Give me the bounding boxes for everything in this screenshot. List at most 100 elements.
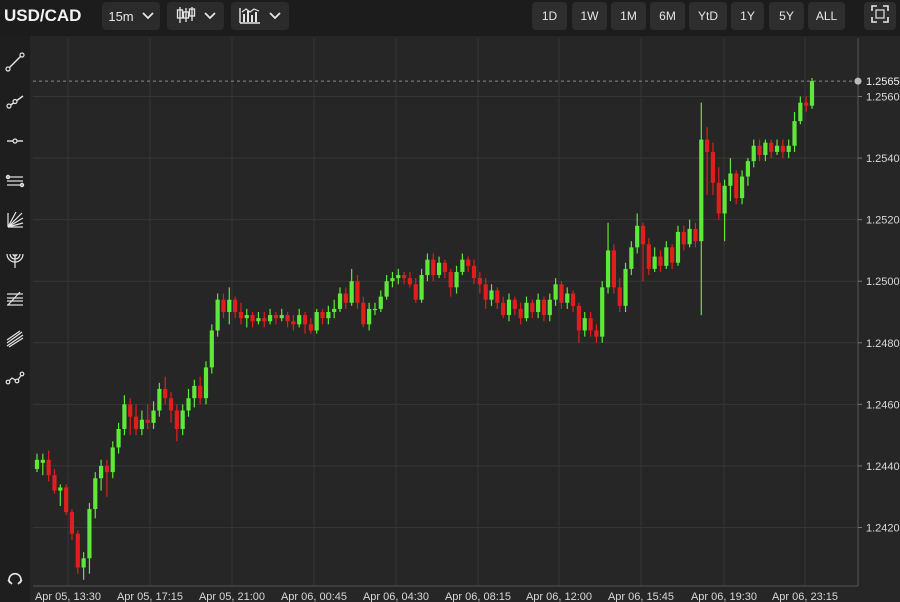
candle-body xyxy=(541,299,547,316)
candle-body xyxy=(285,315,290,322)
candle-body xyxy=(227,299,232,312)
candle-body xyxy=(407,278,413,285)
candle-body xyxy=(203,367,209,399)
candle-body xyxy=(343,293,348,303)
candle-body xyxy=(769,142,774,152)
candle-body xyxy=(588,318,593,331)
candle-body xyxy=(139,419,144,429)
candle-body xyxy=(757,145,762,155)
candle-body xyxy=(378,296,383,309)
y-tick-label: 1.2460 xyxy=(866,399,900,411)
candle-body xyxy=(675,231,681,263)
candle-body xyxy=(192,385,197,399)
candle-body xyxy=(489,290,494,300)
candle-body xyxy=(670,247,675,263)
candle-body xyxy=(518,308,523,319)
candle-body xyxy=(483,284,488,300)
candle-body xyxy=(93,478,98,510)
candle-body xyxy=(168,398,174,411)
candle-body xyxy=(501,302,506,316)
candle-body xyxy=(58,487,63,491)
candle-body xyxy=(40,459,45,463)
candle-body xyxy=(751,145,756,162)
candle-body xyxy=(244,315,249,319)
candle-body xyxy=(629,247,634,269)
candle-body xyxy=(99,465,104,479)
y-tick-label: 1.2560 xyxy=(866,91,900,103)
candle-body xyxy=(110,447,115,473)
candle-body xyxy=(547,299,552,316)
candle-body xyxy=(774,145,780,152)
candle-body xyxy=(291,321,296,325)
last-price-marker xyxy=(854,77,862,85)
candle-body xyxy=(238,312,244,319)
candle-body xyxy=(460,259,465,272)
candle-body xyxy=(798,102,803,122)
candle-body xyxy=(611,250,616,288)
candle-body xyxy=(308,324,313,331)
candle-body xyxy=(425,259,430,276)
candle-body xyxy=(233,299,238,312)
candle-body xyxy=(267,315,273,322)
candle-body xyxy=(506,299,512,316)
x-tick-label: Apr 06, 08:15 xyxy=(445,591,511,602)
candle-body xyxy=(512,299,517,309)
candle-body xyxy=(34,459,40,470)
candle-body xyxy=(221,299,226,312)
candle-body xyxy=(297,315,302,325)
candle-body xyxy=(745,161,750,177)
candle-body xyxy=(687,228,692,245)
candle-body xyxy=(728,173,733,186)
candle-body xyxy=(413,284,418,300)
candle-body xyxy=(582,318,587,331)
candle-body xyxy=(198,385,203,399)
candle-body xyxy=(623,268,628,306)
candle-body xyxy=(355,281,360,303)
x-tick-label: Apr 06, 23:15 xyxy=(772,591,838,602)
price-chart[interactable]: 1.2565 1.2420 1.2440 1.2460 1.2480 1.2500 1.25… xyxy=(0,0,900,602)
candle-body xyxy=(530,302,535,312)
candle-body xyxy=(367,308,372,325)
candle-body xyxy=(256,318,261,322)
candle-body xyxy=(600,287,605,337)
candle-body xyxy=(75,533,80,568)
candle-body xyxy=(436,262,442,276)
candle-body xyxy=(87,509,92,559)
candle-body xyxy=(104,465,110,473)
candle-body xyxy=(553,284,558,300)
x-tick-label: Apr 06, 00:45 xyxy=(281,591,347,602)
candle-body xyxy=(332,308,337,312)
candle-body xyxy=(250,315,255,322)
candle-body xyxy=(594,330,599,337)
candle-body xyxy=(739,176,745,199)
x-tick-label: Apr 06, 19:30 xyxy=(691,591,757,602)
candle-body xyxy=(664,247,669,266)
candle-body xyxy=(349,281,354,303)
candle-body xyxy=(536,299,541,312)
candle-body xyxy=(471,265,477,279)
candle-body xyxy=(699,139,704,242)
candle-body xyxy=(477,278,482,285)
candle-body xyxy=(390,278,395,282)
candle-body xyxy=(151,410,156,423)
candle-body xyxy=(52,475,57,491)
candle-body xyxy=(693,228,698,242)
candle-body xyxy=(133,416,139,429)
candle-body xyxy=(431,259,436,276)
candle-body xyxy=(617,287,622,306)
candle-body xyxy=(635,225,640,248)
candle-body xyxy=(734,173,739,199)
candle-body xyxy=(215,299,220,331)
candle-body xyxy=(804,102,809,106)
candle-body xyxy=(524,302,529,319)
candle-body xyxy=(402,275,407,279)
candle-body xyxy=(448,271,453,288)
candle-body xyxy=(163,388,168,399)
candle-body xyxy=(559,284,564,303)
candle-body xyxy=(780,145,785,152)
candle-body xyxy=(576,305,582,331)
x-tick-label: Apr 05, 21:00 xyxy=(199,591,265,602)
candle-body xyxy=(372,308,378,311)
candle-body xyxy=(716,182,721,214)
candle-body xyxy=(792,121,797,146)
